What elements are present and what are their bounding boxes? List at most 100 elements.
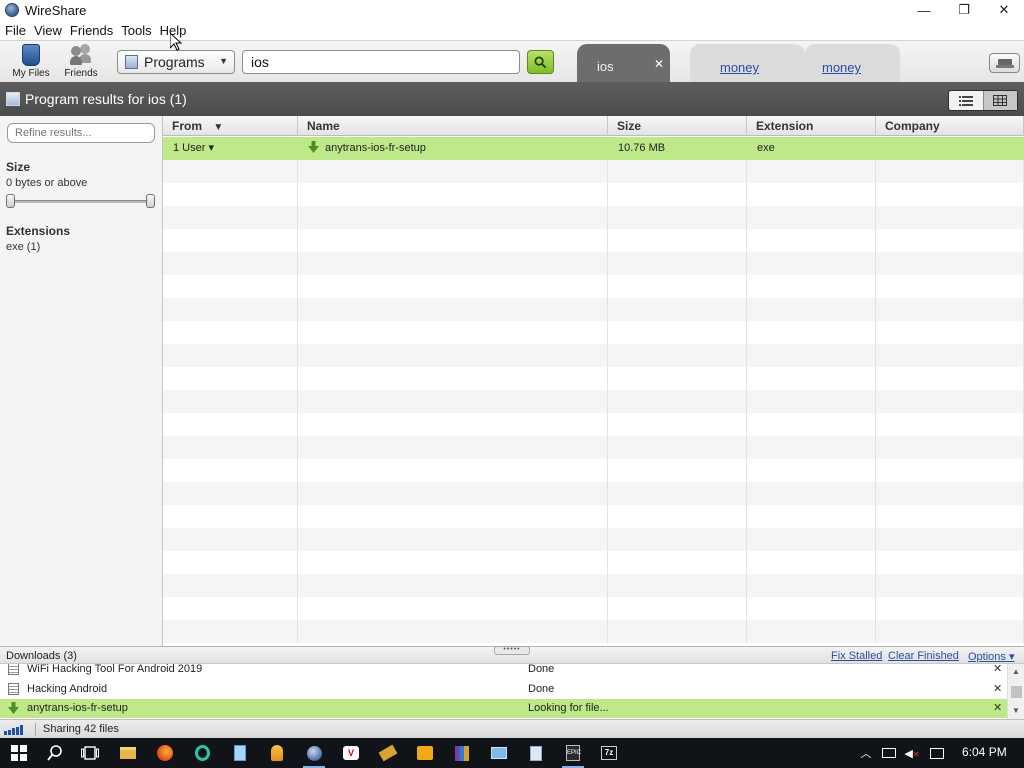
fl-studio-icon[interactable] — [266, 742, 288, 764]
sharing-status[interactable]: Sharing 42 files — [43, 723, 119, 735]
volume-muted-icon[interactable]: ◀✕ — [901, 742, 923, 764]
document-app-icon[interactable] — [525, 742, 547, 764]
empty-cell — [747, 413, 876, 436]
empty-cell — [608, 183, 747, 206]
slider-min-handle[interactable] — [6, 194, 15, 208]
menu-tools[interactable]: Tools — [117, 23, 155, 38]
column-header-from[interactable]: From ▼ — [163, 116, 298, 136]
list-view-button[interactable] — [949, 91, 983, 110]
slider-max-handle[interactable] — [146, 194, 155, 208]
show-hidden-icons-icon[interactable]: ︿ — [855, 742, 877, 764]
downloads-options-link[interactable]: Options ▾ — [968, 650, 1015, 663]
search-input[interactable] — [242, 50, 520, 74]
column-header-extension[interactable]: Extension — [747, 116, 876, 136]
search-icon[interactable] — [44, 742, 66, 764]
refine-results-input[interactable] — [7, 123, 155, 143]
menu-view[interactable]: View — [30, 23, 66, 38]
empty-cell — [876, 229, 1024, 252]
download-name: anytrans-ios-fr-setup — [27, 702, 128, 714]
download-item[interactable]: anytrans-ios-fr-setup Looking for file..… — [0, 699, 1007, 718]
media-player-icon[interactable] — [414, 742, 436, 764]
menu-file[interactable]: File — [1, 23, 30, 38]
cell-from[interactable]: 1 User ▾ — [163, 137, 298, 160]
empty-cell — [747, 436, 876, 459]
desktop-app-icon[interactable] — [488, 742, 510, 764]
scroll-down-icon[interactable]: ▼ — [1012, 706, 1020, 715]
task-view-icon[interactable] — [79, 742, 101, 764]
menu-friends[interactable]: Friends — [66, 23, 117, 38]
table-view-button[interactable] — [982, 91, 1017, 110]
extension-filter-exe[interactable]: exe (1) — [6, 241, 40, 253]
notepad-icon[interactable] — [229, 742, 251, 764]
network-icon[interactable] — [878, 742, 900, 764]
search-button[interactable] — [527, 50, 554, 74]
column-header-size[interactable]: Size — [608, 116, 747, 136]
empty-cell — [608, 574, 747, 597]
my-files-label: My Files — [12, 68, 50, 79]
notifications-icon[interactable] — [926, 742, 948, 764]
resize-grip[interactable]: ••••• — [494, 646, 530, 655]
minimize-button[interactable]: — — [904, 0, 944, 20]
tab-label[interactable]: money — [720, 60, 759, 75]
column-header-name[interactable]: Name — [298, 116, 608, 136]
results-header: Program results for ios (1) — [0, 82, 1024, 116]
empty-table-row — [163, 183, 1024, 206]
menu-dropdown-icon — [995, 58, 1014, 68]
tab-money[interactable]: money — [690, 44, 805, 84]
scrollbar-thumb[interactable] — [1011, 686, 1022, 698]
empty-table-row — [163, 390, 1024, 413]
more-options-button[interactable] — [989, 53, 1020, 73]
tab-label[interactable]: money — [822, 60, 861, 75]
programs-icon — [6, 92, 20, 106]
system-clock[interactable]: 6:04 PM — [962, 745, 1007, 759]
empty-table-row — [163, 413, 1024, 436]
firefox-icon[interactable] — [154, 742, 176, 764]
paint-tool-icon[interactable] — [377, 742, 399, 764]
seven-zip-icon[interactable]: 7z — [598, 742, 620, 764]
download-item[interactable]: Hacking Android Done ✕ — [0, 680, 1007, 699]
empty-cell — [163, 367, 298, 390]
download-arrow-icon — [308, 141, 319, 153]
empty-table-row — [163, 344, 1024, 367]
size-range-slider[interactable] — [6, 194, 156, 208]
remove-download-icon[interactable]: ✕ — [993, 664, 1002, 675]
empty-cell — [876, 390, 1024, 413]
tab-money-2[interactable]: money — [805, 44, 900, 84]
empty-cell — [163, 344, 298, 367]
clear-finished-link[interactable]: Clear Finished — [888, 650, 959, 662]
wireshare-taskbar-icon[interactable] — [303, 742, 325, 768]
opera-icon[interactable] — [191, 742, 213, 764]
empty-table-row — [163, 574, 1024, 597]
window-title: WireShare — [25, 2, 87, 18]
empty-table-row — [163, 482, 1024, 505]
tab-ios[interactable]: ios ✕ — [577, 44, 670, 84]
friends-button[interactable]: Friends — [56, 43, 106, 81]
empty-cell — [747, 206, 876, 229]
vegas-icon[interactable]: V — [340, 742, 362, 764]
empty-cell — [876, 597, 1024, 620]
archive-icon[interactable] — [451, 742, 473, 764]
epic-games-icon[interactable]: EPIC — [562, 742, 584, 768]
fix-stalled-link[interactable]: Fix Stalled — [831, 650, 882, 662]
cell-name[interactable]: anytrans-ios-fr-setup — [298, 137, 608, 160]
column-header-company[interactable]: Company — [876, 116, 1024, 136]
close-button[interactable]: ✕ — [984, 0, 1024, 20]
size-filter-value: 0 bytes or above — [6, 177, 88, 189]
tab-close-icon[interactable]: ✕ — [654, 57, 664, 71]
restore-button[interactable]: ❐ — [944, 0, 984, 20]
remove-download-icon[interactable]: ✕ — [993, 682, 1002, 695]
remove-download-icon[interactable]: ✕ — [993, 701, 1002, 714]
empty-cell — [747, 275, 876, 298]
download-item[interactable]: WiFi Hacking Tool For Android 2019 Done … — [0, 664, 1007, 679]
category-select[interactable]: Programs ▼ — [117, 50, 235, 74]
empty-cell — [608, 160, 747, 183]
table-row[interactable]: 1 User ▾ anytrans-ios-fr-setup 10.76 MB … — [163, 137, 1024, 160]
empty-cell — [747, 183, 876, 206]
category-label: Programs — [144, 54, 205, 70]
windows-start-icon[interactable] — [8, 742, 30, 764]
empty-cell — [163, 229, 298, 252]
my-files-button[interactable]: My Files — [6, 43, 56, 81]
scroll-up-icon[interactable]: ▲ — [1012, 667, 1020, 676]
file-explorer-icon[interactable] — [117, 742, 139, 764]
downloads-scrollbar[interactable]: ▲ ▼ — [1007, 664, 1024, 719]
